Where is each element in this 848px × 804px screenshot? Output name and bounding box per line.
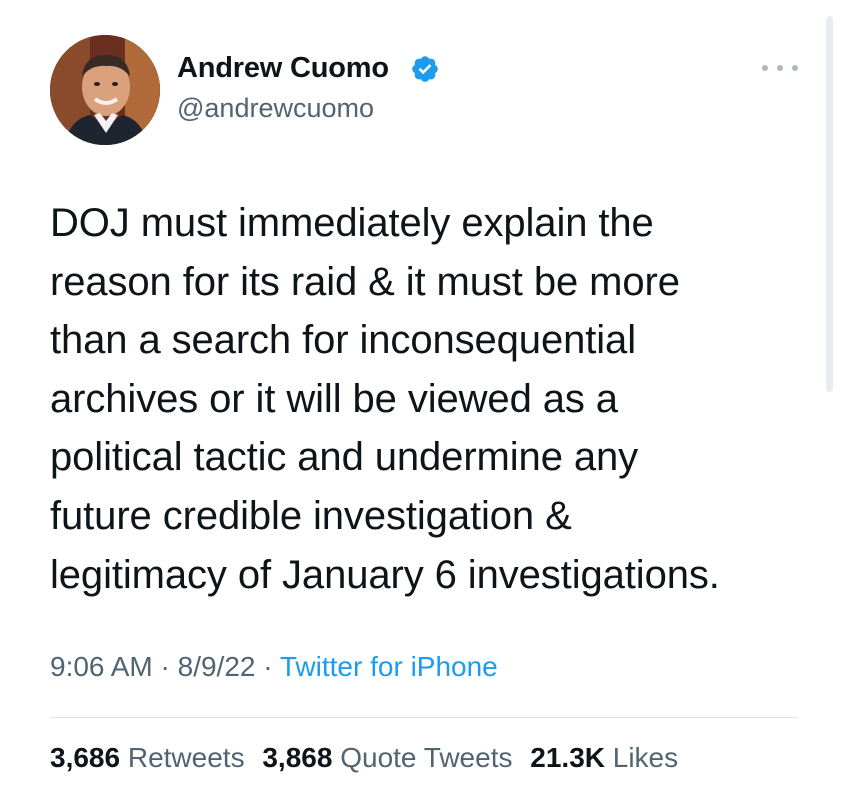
more-options-button[interactable]	[762, 58, 798, 78]
quote-tweets-count: 3,868	[262, 742, 333, 773]
avatar[interactable]	[50, 35, 160, 145]
retweets-label: Retweets	[127, 742, 245, 773]
more-dot-icon	[792, 65, 798, 71]
divider	[50, 717, 798, 718]
likes-stat[interactable]: 21.3K Likes	[530, 742, 678, 773]
verified-badge-icon	[412, 56, 438, 82]
likes-count: 21.3K	[530, 742, 605, 773]
retweets-stat[interactable]: 3,686 Retweets	[50, 742, 245, 773]
quote-tweets-label: Quote Tweets	[340, 742, 513, 773]
tweet-metadata: 9:06 AM · 8/9/22 · Twitter for iPhone	[50, 651, 498, 683]
retweets-count: 3,686	[50, 742, 121, 773]
scrollbar[interactable]	[826, 16, 833, 392]
tweet-detail: Andrew Cuomo @andrewcuomo DOJ must immed…	[0, 0, 848, 804]
tweet-date[interactable]: 8/9/22	[178, 651, 256, 682]
more-dot-icon	[777, 65, 783, 71]
author-handle[interactable]: @andrewcuomo	[177, 93, 374, 124]
engagement-stats: 3,686 Retweets 3,868 Quote Tweets 21.3K …	[50, 742, 678, 774]
author-display-name[interactable]: Andrew Cuomo	[177, 52, 389, 85]
more-dot-icon	[762, 65, 768, 71]
quote-tweets-stat[interactable]: 3,868 Quote Tweets	[262, 742, 512, 773]
tweet-time[interactable]: 9:06 AM	[50, 651, 153, 682]
tweet-source-link[interactable]: Twitter for iPhone	[280, 651, 498, 682]
likes-label: Likes	[612, 742, 679, 773]
tweet-text: DOJ must immediately explain the reason …	[50, 201, 720, 597]
meta-separator: ·	[255, 651, 280, 682]
profile-photo-icon	[50, 35, 160, 145]
meta-separator: ·	[152, 651, 178, 682]
